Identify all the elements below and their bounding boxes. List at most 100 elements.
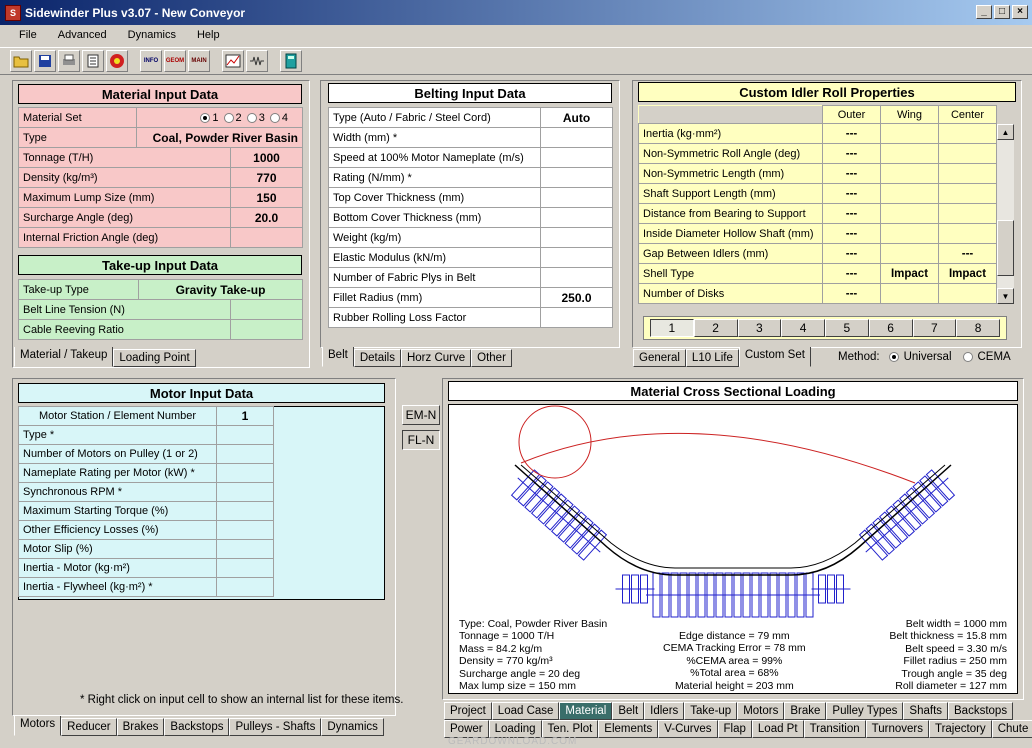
method-cema-radio[interactable] (962, 352, 973, 362)
tab-turnovers[interactable]: Turnovers (865, 720, 929, 738)
material-set-radio-group[interactable]: 1 2 3 4 (136, 107, 303, 128)
idler-scrollbar[interactable]: ▲ ▼ (997, 124, 1014, 304)
main-icon[interactable]: MAIN (188, 50, 210, 72)
density-cell[interactable]: 770 (230, 167, 303, 188)
idler-wing-cell[interactable] (880, 203, 939, 224)
idler-outer-cell[interactable]: --- (822, 283, 881, 304)
menu-advanced[interactable]: Advanced (58, 29, 107, 41)
motor-value-cell[interactable] (216, 463, 274, 483)
idler-center-cell[interactable] (938, 143, 997, 164)
idler-center-cell[interactable]: Impact (938, 263, 997, 284)
tab-material-takeup[interactable]: Material / Takeup (14, 347, 114, 367)
close-button[interactable]: × (1012, 5, 1028, 19)
idler-center-cell[interactable] (938, 183, 997, 204)
scroll-down-button[interactable]: ▼ (997, 288, 1014, 304)
motor-value-cell[interactable] (216, 444, 274, 464)
belting-value-cell[interactable] (540, 247, 613, 268)
motor-value-cell[interactable] (216, 539, 274, 559)
tab-general[interactable]: General (633, 349, 686, 367)
idler-center-cell[interactable] (938, 203, 997, 224)
belting-value-cell[interactable] (540, 267, 613, 288)
idler-wing-cell[interactable]: Impact (880, 263, 939, 284)
tab-other[interactable]: Other (471, 349, 512, 367)
motor-value-cell[interactable] (216, 577, 274, 597)
open-folder-icon[interactable] (10, 50, 32, 72)
motor-value-cell[interactable] (216, 501, 274, 521)
tab-backstops[interactable]: Backstops (164, 718, 230, 736)
tab-transition[interactable]: Transition (803, 720, 866, 738)
idler-wing-cell[interactable] (880, 223, 939, 244)
tab-details[interactable]: Details (353, 349, 401, 367)
tab-trajectory[interactable]: Trajectory (928, 720, 992, 738)
report-icon[interactable] (82, 50, 104, 72)
idler-page-2-button[interactable]: 2 (693, 319, 738, 337)
chart-icon[interactable] (222, 50, 244, 72)
material-set-radio-3[interactable] (246, 112, 257, 123)
idler-center-cell[interactable] (938, 283, 997, 304)
tab-pulleys-shafts[interactable]: Pulleys - Shafts (229, 718, 322, 736)
idler-outer-cell[interactable]: --- (822, 143, 881, 164)
maximize-button[interactable]: □ (994, 5, 1010, 19)
idler-page-1-button[interactable]: 1 (650, 319, 694, 337)
tab-belt[interactable]: Belt (322, 347, 354, 367)
idler-outer-cell[interactable]: --- (822, 123, 881, 144)
menu-file[interactable]: File (19, 29, 37, 41)
tab-horz-curve[interactable]: Horz Curve (400, 349, 472, 367)
cable-reeving-cell[interactable] (230, 319, 303, 340)
idler-outer-cell[interactable]: --- (822, 163, 881, 184)
belting-value-cell[interactable] (540, 127, 613, 148)
belting-value-cell[interactable] (540, 307, 613, 328)
belting-value-cell[interactable] (540, 167, 613, 188)
idler-page-4-button[interactable]: 4 (781, 319, 825, 337)
idler-wing-cell[interactable] (880, 283, 939, 304)
tab-loading-point[interactable]: Loading Point (113, 349, 196, 367)
idler-page-5-button[interactable]: 5 (825, 319, 869, 337)
idler-center-cell[interactable] (938, 123, 997, 144)
minimize-button[interactable]: _ (976, 5, 992, 19)
tab-flap[interactable]: Flap (717, 720, 752, 738)
idler-center-cell[interactable] (938, 223, 997, 244)
idler-wing-cell[interactable] (880, 123, 939, 144)
belting-value-cell[interactable] (540, 187, 613, 208)
em-n-button[interactable]: EM-N (402, 405, 440, 425)
belt-line-tension-cell[interactable] (230, 299, 303, 320)
calculator-icon[interactable] (280, 50, 302, 72)
idler-page-6-button[interactable]: 6 (868, 319, 913, 337)
geometry-icon[interactable]: GEOM (164, 50, 186, 72)
menu-dynamics[interactable]: Dynamics (128, 29, 176, 41)
takeup-type-cell[interactable]: Gravity Take-up (138, 279, 303, 300)
belting-value-cell[interactable] (540, 207, 613, 228)
motor-value-cell[interactable]: 1 (216, 406, 274, 426)
scroll-up-button[interactable]: ▲ (997, 124, 1014, 140)
motor-value-cell[interactable] (216, 425, 274, 445)
idler-outer-cell[interactable]: --- (822, 243, 881, 264)
idler-outer-cell[interactable]: --- (822, 263, 881, 284)
motor-value-cell[interactable] (216, 520, 274, 540)
lump-size-cell[interactable]: 150 (230, 187, 303, 208)
surcharge-angle-cell[interactable]: 20.0 (230, 207, 303, 228)
belting-value-cell[interactable] (540, 147, 613, 168)
tab-motors[interactable]: Motors (14, 716, 62, 736)
scroll-thumb[interactable] (997, 220, 1014, 276)
motor-value-cell[interactable] (216, 558, 274, 578)
material-type-cell[interactable]: Coal, Powder River Basin (136, 127, 303, 148)
material-set-radio-1[interactable] (200, 112, 211, 123)
tab-brakes[interactable]: Brakes (116, 718, 165, 736)
friction-angle-cell[interactable] (230, 227, 303, 248)
menu-help[interactable]: Help (197, 29, 220, 41)
motor-value-cell[interactable] (216, 482, 274, 502)
idler-page-7-button[interactable]: 7 (912, 319, 957, 337)
info-icon[interactable]: INFO (140, 50, 162, 72)
idler-page-8-button[interactable]: 8 (956, 319, 1000, 337)
material-set-radio-4[interactable] (269, 112, 280, 123)
belting-value-cell[interactable] (540, 227, 613, 248)
idler-page-3-button[interactable]: 3 (737, 319, 782, 337)
idler-outer-cell[interactable]: --- (822, 183, 881, 204)
material-set-radio-2[interactable] (223, 112, 234, 123)
print-icon[interactable] (58, 50, 80, 72)
idler-center-cell[interactable]: --- (938, 243, 997, 264)
belting-value-cell[interactable]: Auto (540, 107, 613, 128)
idler-wing-cell[interactable] (880, 183, 939, 204)
tab-reducer[interactable]: Reducer (61, 718, 117, 736)
tab-v-curves[interactable]: V-Curves (658, 720, 718, 738)
